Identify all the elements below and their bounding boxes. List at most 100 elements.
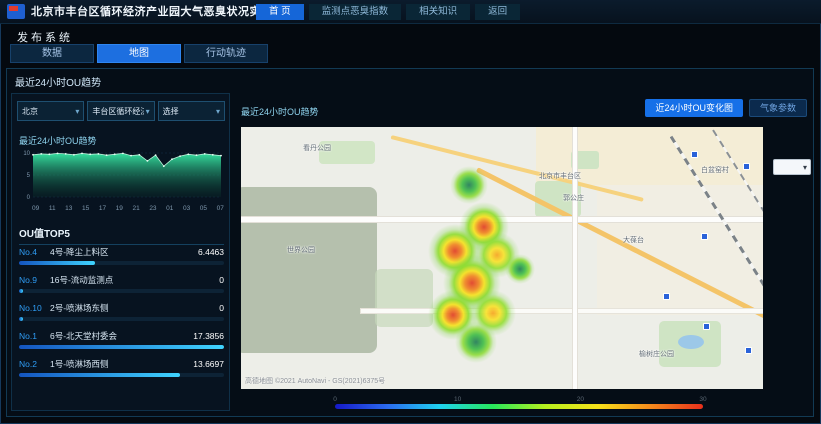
svg-text:10: 10: [23, 151, 30, 157]
top5-row: No.21号-喷淋场西侧13.6697: [19, 358, 224, 377]
heatmap-blob: [505, 254, 535, 284]
x-tick: 07: [217, 205, 224, 212]
map-panel: 最近24小时OU趋势 近24小时OU变化图 气象参数 高德地图 ©2021 Au…: [235, 93, 811, 415]
top5-bar-fill: [19, 261, 95, 265]
top5-site-label: 16号-流动监测点: [50, 274, 219, 286]
panel-title: 最近24小时OU趋势: [15, 74, 101, 89]
svg-text:0: 0: [27, 195, 31, 201]
top5-value: 6.4463: [198, 247, 224, 257]
metro-station-icon: [703, 323, 710, 330]
x-tick: 17: [99, 205, 106, 212]
top5-bar-fill: [19, 345, 224, 349]
metro-station-icon: [745, 347, 752, 354]
x-tick: 21: [132, 205, 139, 212]
x-tick: 05: [200, 205, 207, 212]
ou-change-chart-button[interactable]: 近24小时OU变化图: [645, 99, 743, 117]
metro-station-icon: [663, 293, 670, 300]
top5-rank: No.10: [19, 303, 50, 313]
park-select-value: 丰台区循环经济产: [92, 106, 143, 117]
top5-site-label: 6号-北天堂村委会: [50, 330, 193, 342]
map-road: [573, 127, 577, 389]
left-sidebar: 北京 ▾ 丰台区循环经济产 ▾ 选择 ▾ 最近24小时OU趋势 0510 091…: [11, 93, 230, 411]
map-canvas[interactable]: 高德地图 ©2021 AutoNavi - GS(2021)6375号 看丹公园…: [241, 127, 763, 389]
chart-title: 最近24小时OU趋势: [19, 134, 97, 147]
map-place-label: 榆树庄公园: [639, 349, 674, 359]
legend-tick: 0: [333, 396, 337, 403]
top5-row: No.916号-流动监测点0: [19, 274, 224, 293]
top5-value: 0: [219, 303, 224, 313]
map-place-label: 世界公园: [287, 245, 315, 255]
top5-value: 17.3856: [193, 331, 224, 341]
map-buttons: 近24小时OU变化图 气象参数: [645, 99, 807, 117]
map-extra-select[interactable]: ▾: [773, 159, 811, 175]
chart-x-axis: 091113151719212301030507: [32, 205, 224, 212]
map-panel-title: 最近24小时OU趋势: [241, 105, 319, 118]
heatmap-blob: [450, 166, 488, 204]
metro-station-icon: [743, 163, 750, 170]
x-tick: 03: [183, 205, 190, 212]
legend-tick: 30: [699, 396, 706, 403]
map-place-label: 郭公庄: [563, 193, 584, 203]
x-tick: 13: [65, 205, 72, 212]
map-water: [678, 335, 704, 349]
chevron-down-icon: ▾: [216, 107, 220, 116]
heatmap-blob: [455, 321, 497, 363]
nav-odor-index[interactable]: 监测点恶臭指数: [309, 4, 402, 20]
x-tick: 09: [32, 205, 39, 212]
top5-row: No.16号-北天堂村委会17.3856: [19, 330, 224, 349]
svg-text:5: 5: [27, 173, 31, 179]
metro-station-icon: [701, 233, 708, 240]
top5-list: No.44号-降尘上料区6.4463No.916号-流动监测点0No.102号-…: [19, 246, 224, 386]
site-select[interactable]: 选择 ▾: [158, 101, 225, 121]
nav-home[interactable]: 首 页: [256, 4, 304, 20]
chevron-down-icon: ▾: [146, 107, 150, 116]
system-label: 发布系统: [17, 29, 73, 45]
tab-data[interactable]: 数据: [10, 44, 94, 63]
legend-tick: 20: [577, 396, 584, 403]
map-place-label: 大葆台: [623, 235, 644, 245]
heat-legend: 0 10 20 30: [335, 398, 703, 412]
filter-selects: 北京 ▾ 丰台区循环经济产 ▾ 选择 ▾: [17, 101, 225, 121]
ou-trend-chart: 0 5 10: [17, 147, 225, 205]
legend-tick: 10: [454, 396, 461, 403]
nav-knowledge[interactable]: 相关知识: [406, 4, 470, 20]
app-logo-icon: [7, 4, 25, 19]
top5-bar-track: [19, 373, 224, 377]
map-attribution: 高德地图 ©2021 AutoNavi - GS(2021)6375号: [245, 376, 385, 386]
metro-station-icon: [691, 151, 698, 158]
top5-rank: No.4: [19, 247, 50, 257]
map-road: [361, 309, 763, 313]
top5-site-label: 2号-喷淋场东侧: [50, 302, 219, 314]
site-select-value: 选择: [163, 106, 179, 117]
map-place-label: 白盆窑村: [701, 165, 729, 175]
top5-site-label: 1号-喷淋场西侧: [50, 358, 193, 370]
tab-map[interactable]: 地图: [97, 44, 181, 63]
top5-bar-track: [19, 317, 224, 321]
city-select-value: 北京: [22, 106, 38, 117]
map-place-label: 北京市丰台区: [539, 171, 581, 181]
map-urban-zone: [597, 185, 763, 315]
top5-rank: No.1: [19, 331, 50, 341]
tab-track[interactable]: 行动轨迹: [184, 44, 268, 63]
map-park-area: [241, 187, 377, 353]
map-park-area: [375, 269, 433, 327]
main-panel: 最近24小时OU趋势 北京 ▾ 丰台区循环经济产 ▾ 选择 ▾ 最近24小时OU…: [6, 68, 814, 417]
chevron-down-icon: ▾: [803, 163, 807, 172]
chevron-down-icon: ▾: [75, 107, 79, 116]
x-tick: 19: [116, 205, 123, 212]
view-tabs: 数据 地图 行动轨迹: [10, 44, 268, 63]
top5-bar-fill: [19, 289, 23, 293]
top5-rank: No.9: [19, 275, 50, 285]
top5-row: No.102号-喷淋场东侧0: [19, 302, 224, 321]
nav-back[interactable]: 返回: [475, 4, 520, 20]
top5-value: 13.6697: [193, 359, 224, 369]
weather-params-button[interactable]: 气象参数: [749, 99, 807, 117]
top5-value: 0: [219, 275, 224, 285]
city-select[interactable]: 北京 ▾: [17, 101, 84, 121]
x-tick: 23: [149, 205, 156, 212]
top5-title: OU值TOP5: [19, 225, 224, 245]
top5-rank: No.2: [19, 359, 50, 369]
app-title: 北京市丰台区循环经济产业园大气恶臭状况实时: [31, 0, 273, 24]
park-select[interactable]: 丰台区循环经济产 ▾: [87, 101, 154, 121]
top5-bar-fill: [19, 317, 23, 321]
